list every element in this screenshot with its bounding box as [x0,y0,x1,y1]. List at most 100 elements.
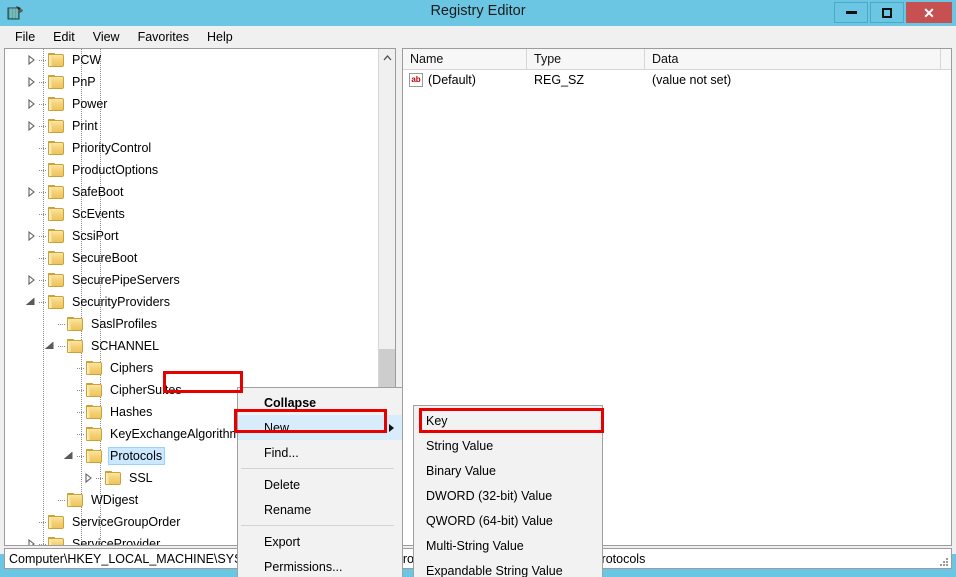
folder-icon [48,185,65,200]
resize-grip-icon[interactable] [937,555,949,567]
context-menu-item-new[interactable]: New [238,415,402,440]
close-icon: ✕ [923,6,935,20]
context-menu-item-find[interactable]: Find... [238,440,402,465]
tree-node-power[interactable]: Power [5,93,379,115]
folder-icon [48,295,65,310]
tree-node-ciphers[interactable]: Ciphers [5,357,379,379]
tree-connector-line [57,313,67,335]
tree-node-label: Power [70,95,110,113]
context-menu-item-label: Find... [264,446,299,460]
expand-arrow-icon[interactable] [24,533,38,545]
context-menu-item-collapse[interactable]: Collapse [238,390,402,415]
folder-icon [48,251,65,266]
tree-node-pnp[interactable]: PnP [5,71,379,93]
tree-connector-line [76,423,86,445]
folder-icon [86,383,103,398]
submenu-item-qword-64-bit-value[interactable]: QWORD (64-bit) Value [414,508,602,533]
tree-node-label: PnP [70,73,99,91]
tree-leaf-spacer [24,247,38,269]
expand-arrow-icon[interactable] [24,181,38,203]
expand-arrow-icon[interactable] [24,71,38,93]
submenu-item-string-value[interactable]: String Value [414,433,602,458]
folder-icon [105,471,122,486]
folder-icon [67,317,84,332]
tree-node-label: ScsiPort [70,227,122,245]
collapse-arrow-icon[interactable] [43,335,57,357]
value-data-cell: (value not set) [645,71,941,89]
folder-icon [67,339,84,354]
tree-node-label: SecurityProviders [70,293,173,311]
tree-node-securityproviders[interactable]: SecurityProviders [5,291,379,313]
tree-node-scsiport[interactable]: ScsiPort [5,225,379,247]
folder-icon [48,229,65,244]
context-menu-item-rename[interactable]: Rename [238,497,402,522]
submenu-item-key[interactable]: Key [414,408,602,433]
tree-node-saslprofiles[interactable]: SaslProfiles [5,313,379,335]
list-column-headers: Name Type Data [403,49,951,70]
column-header-name[interactable]: Name [403,49,527,70]
tree-node-label: ServiceProvider [70,535,163,545]
maximize-button[interactable] [870,2,904,23]
tree-connector-line [95,467,105,489]
tree-node-safeboot[interactable]: SafeBoot [5,181,379,203]
table-row[interactable]: ab (Default) REG_SZ (value not set) [403,70,951,90]
context-menu-item-label: New [264,421,289,435]
tree-node-pcw[interactable]: PCW [5,49,379,71]
value-type-cell: REG_SZ [527,71,645,89]
menu-edit[interactable]: Edit [44,27,84,47]
column-header-data[interactable]: Data [645,49,941,70]
menu-view[interactable]: View [84,27,129,47]
tree-connector-line [38,203,48,225]
folder-icon [48,273,65,288]
expand-arrow-icon[interactable] [24,93,38,115]
tree-connector-line [57,489,67,511]
expand-arrow-icon[interactable] [24,269,38,291]
folder-icon [48,515,65,530]
tree-node-label: SecurePipeServers [70,271,183,289]
tree-node-scevents[interactable]: ScEvents [5,203,379,225]
tree-node-label: ScEvents [70,205,128,223]
menu-file[interactable]: File [6,27,44,47]
context-menu-item-label: Permissions... [264,560,343,574]
folder-icon [86,361,103,376]
column-header-type[interactable]: Type [527,49,645,70]
collapse-arrow-icon[interactable] [62,445,76,467]
submenu-item-expandable-string-value[interactable]: Expandable String Value [414,558,602,577]
string-value-icon: ab [409,73,423,87]
tree-leaf-spacer [24,159,38,181]
tree-node-securepipeservers[interactable]: SecurePipeServers [5,269,379,291]
tree-node-prioritycontrol[interactable]: PriorityControl [5,137,379,159]
context-menu[interactable]: Collapse New Find... DeleteRename Export Perm… [237,387,403,577]
expand-arrow-icon[interactable] [81,467,95,489]
expand-arrow-icon[interactable] [24,115,38,137]
context-menu-item-permissions[interactable]: Permissions... [238,554,402,577]
new-submenu[interactable]: KeyString ValueBinary ValueDWORD (32-bit… [413,405,603,577]
submenu-item-dword-32-bit-value[interactable]: DWORD (32-bit) Value [414,483,602,508]
submenu-item-binary-value[interactable]: Binary Value [414,458,602,483]
tree-connector-line [76,445,86,467]
tree-leaf-spacer [24,511,38,533]
submenu-item-multi-string-value[interactable]: Multi-String Value [414,533,602,558]
tree-node-label: SCHANNEL [89,337,162,355]
close-button[interactable]: ✕ [906,2,952,23]
minimize-button[interactable] [834,2,868,23]
tree-connector-line [38,71,48,93]
tree-node-print[interactable]: Print [5,115,379,137]
context-menu-item-delete[interactable]: Delete [238,472,402,497]
tree-node-label: ProductOptions [70,161,161,179]
context-menu-item-export[interactable]: Export [238,529,402,554]
tree-node-label: SafeBoot [70,183,126,201]
collapse-arrow-icon[interactable] [24,291,38,313]
expand-arrow-icon[interactable] [24,225,38,247]
tree-node-label: Print [70,117,101,135]
menu-favorites[interactable]: Favorites [129,27,198,47]
expand-arrow-icon[interactable] [24,49,38,71]
tree-node-schannel[interactable]: SCHANNEL [5,335,379,357]
tree-node-productoptions[interactable]: ProductOptions [5,159,379,181]
tree-connector-line [76,379,86,401]
tree-node-label: SSL [127,469,156,487]
tree-node-secureboot[interactable]: SecureBoot [5,247,379,269]
menu-help[interactable]: Help [198,27,242,47]
scroll-up-button[interactable] [379,49,396,66]
minimize-icon [846,11,857,14]
